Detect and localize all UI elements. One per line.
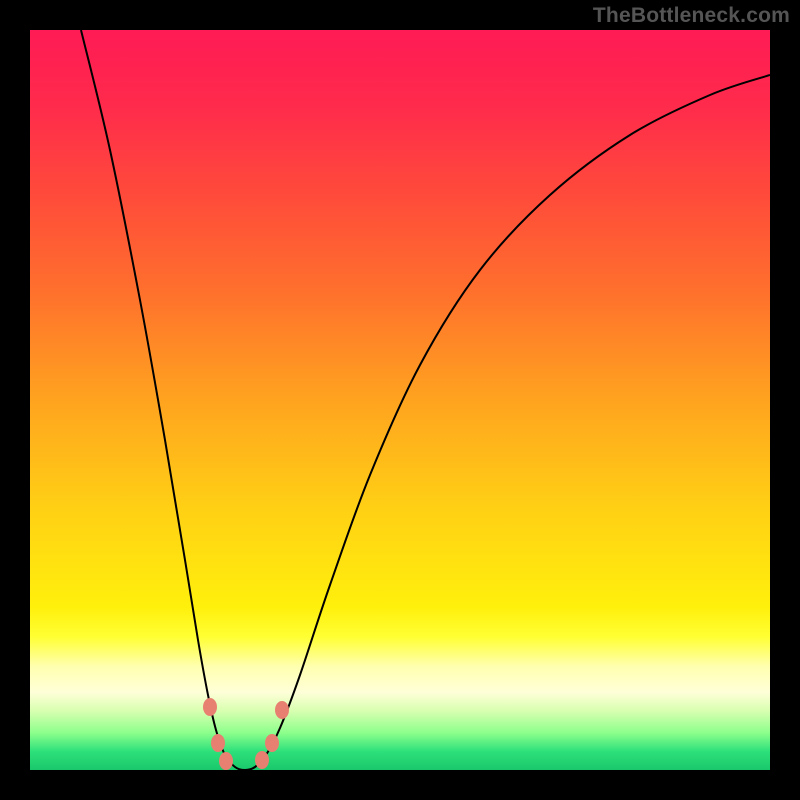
curve-marker — [275, 701, 289, 719]
curve-marker — [265, 734, 279, 752]
watermark-text: TheBottleneck.com — [593, 4, 790, 28]
curve-marker — [203, 698, 217, 716]
curve-marker — [255, 751, 269, 769]
curve-marker — [211, 734, 225, 752]
curve-marker — [219, 752, 233, 770]
chart-background — [30, 30, 770, 770]
bottleneck-chart — [30, 30, 770, 770]
chart-frame: TheBottleneck.com — [0, 0, 800, 800]
